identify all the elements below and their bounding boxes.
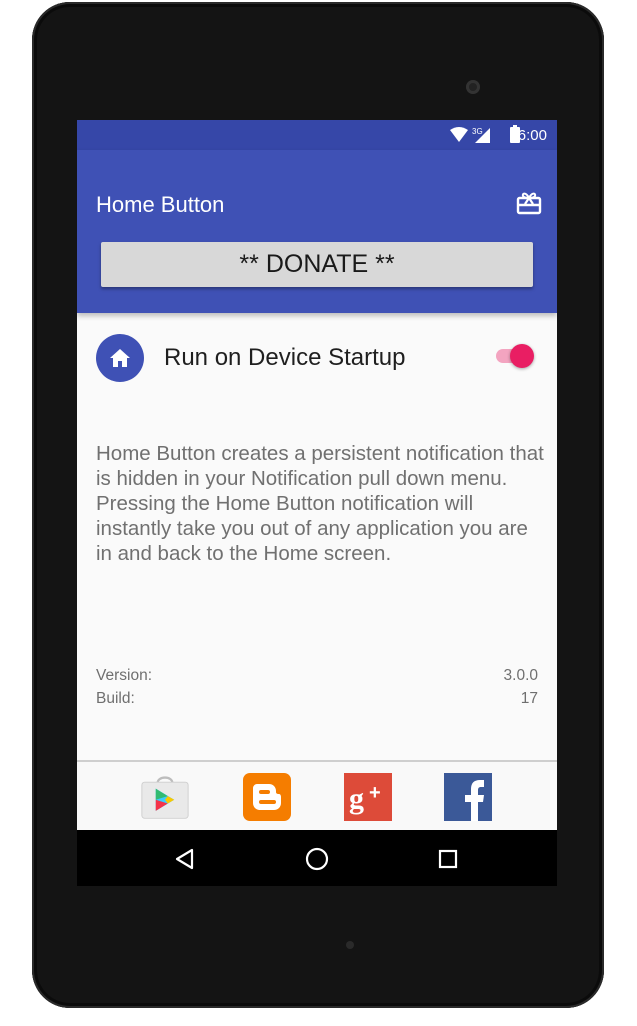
- build-label: Build:: [96, 690, 135, 707]
- gift-card-icon: [516, 192, 542, 215]
- network-type-label: 3G: [472, 127, 483, 136]
- back-button[interactable]: [172, 846, 198, 872]
- app-title: Home Button: [96, 192, 225, 217]
- startup-toggle[interactable]: [494, 344, 534, 368]
- facebook-link[interactable]: [443, 772, 493, 822]
- home-nav-icon: [305, 847, 329, 871]
- startup-label: Run on Device Startup: [164, 344, 406, 371]
- version-value: 3.0.0: [503, 667, 538, 684]
- app-bar: Home Button ** DONATE **: [77, 150, 557, 313]
- home-avatar: [96, 334, 144, 382]
- home-nav-button[interactable]: [304, 846, 330, 872]
- facebook-icon: [444, 773, 492, 821]
- app-description: Home Button creates a persistent notific…: [96, 442, 544, 565]
- donate-button[interactable]: ** DONATE **: [101, 242, 533, 287]
- status-bar: 3G 6:00: [77, 120, 557, 150]
- recents-button[interactable]: [435, 846, 461, 872]
- navigation-bar: [77, 830, 557, 886]
- status-time: 6:00: [517, 127, 547, 144]
- version-row: Version: 3.0.0: [96, 667, 538, 685]
- light-sensor: [346, 941, 354, 949]
- startup-setting-row[interactable]: Run on Device Startup: [77, 332, 557, 386]
- app-links-bar: g +: [77, 760, 557, 832]
- google-plus-link[interactable]: g +: [343, 772, 393, 822]
- build-value: 17: [520, 690, 538, 707]
- back-icon: [175, 848, 194, 870]
- home-icon: [110, 349, 130, 367]
- google-plus-icon: g +: [344, 773, 392, 821]
- gift-card-button[interactable]: [514, 188, 544, 218]
- build-row: Build: 17: [96, 690, 538, 708]
- front-camera: [466, 80, 480, 94]
- blogger-icon: [243, 773, 291, 821]
- status-icons: 3G: [450, 127, 490, 143]
- wifi-icon: [450, 127, 468, 142]
- google-play-link[interactable]: [140, 772, 190, 822]
- svg-text:g: g: [349, 782, 364, 815]
- toggle-thumb: [510, 344, 534, 368]
- svg-text:+: +: [369, 782, 381, 804]
- version-label: Version:: [96, 667, 153, 684]
- screen: 3G 6:00 Home Button ** DONATE ** Run on …: [77, 120, 557, 886]
- blogger-link[interactable]: [242, 772, 292, 822]
- google-play-icon: [141, 776, 189, 819]
- recents-icon: [438, 849, 458, 869]
